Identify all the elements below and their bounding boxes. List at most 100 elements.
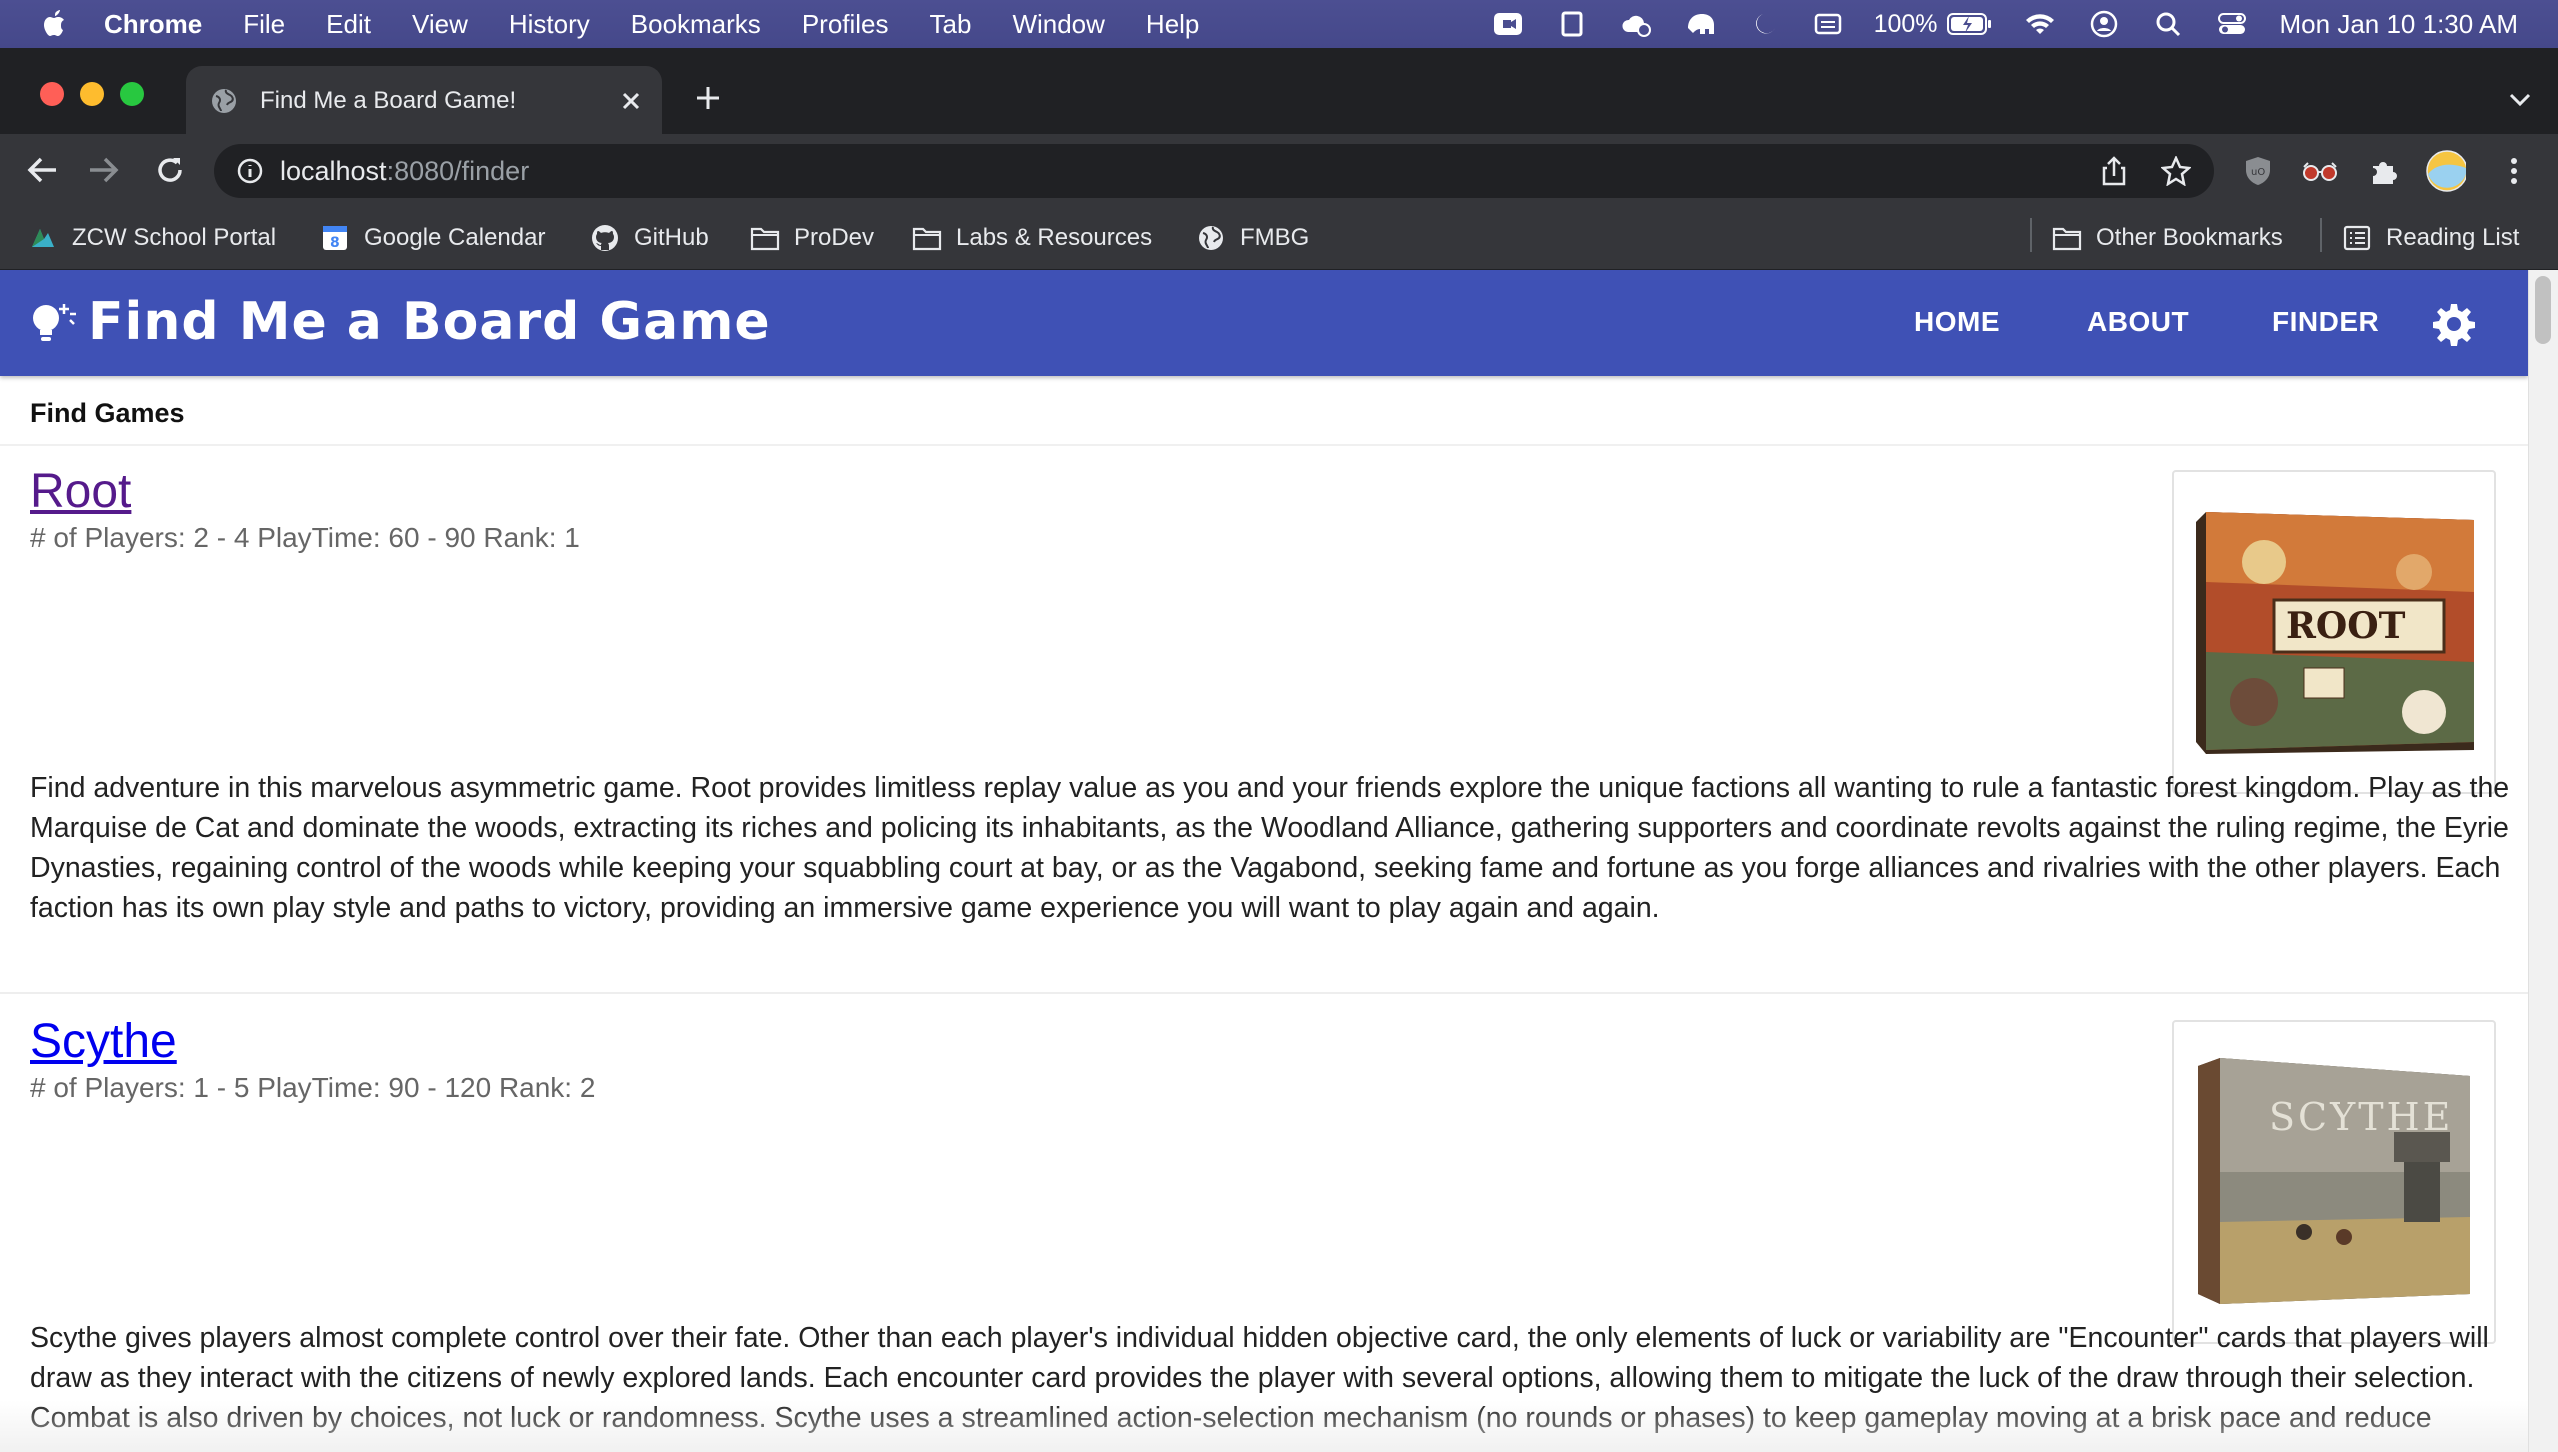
reload-icon[interactable]: [150, 150, 190, 190]
bookmarks-divider: [2030, 218, 2032, 252]
bookmarks-divider: [2320, 218, 2322, 252]
bookmark-label: ZCW School Portal: [72, 224, 277, 251]
menu-profiles[interactable]: Profiles: [802, 9, 889, 40]
other-bookmarks-folder[interactable]: Other Bookmarks: [2052, 206, 2283, 270]
elephant-app-icon[interactable]: [1682, 8, 1718, 40]
battery-icon[interactable]: [1946, 8, 1994, 40]
screen-capture-icon[interactable]: [1554, 8, 1590, 40]
bookmark-zcw-school-portal[interactable]: ZCW School Portal: [28, 206, 276, 270]
svg-text:uO: uO: [2251, 167, 2265, 178]
user-account-icon[interactable]: [2086, 8, 2122, 40]
url-path: :8080/finder: [386, 155, 530, 186]
globe-favicon-icon: [210, 87, 238, 115]
folder-icon: [2052, 223, 2082, 253]
new-tab-plus-icon[interactable]: [690, 80, 726, 116]
nav-home-link[interactable]: HOME: [1914, 306, 2000, 338]
page-scrollbar[interactable]: [2528, 270, 2558, 1452]
glasses-extension-icon[interactable]: [2300, 151, 2340, 191]
back-arrow-icon[interactable]: [22, 150, 62, 190]
forward-arrow-icon[interactable]: [84, 150, 124, 190]
tab-close-icon[interactable]: [616, 86, 646, 116]
nav-finder-link[interactable]: FINDER: [2272, 306, 2379, 338]
section-title: Find Games: [30, 398, 185, 428]
calendar-grid-icon[interactable]: [1810, 8, 1846, 40]
ublock-shield-icon[interactable]: uO: [2238, 151, 2278, 191]
scythe-box-art: SCYTHE: [2198, 1058, 2470, 1304]
game-card-root: Root # of Players: 2 - 4 PlayTime: 60 - …: [0, 446, 2528, 994]
game-title-link[interactable]: Scythe: [30, 1014, 177, 1069]
root-box-art: ROOT: [2196, 512, 2474, 754]
game-image-frame[interactable]: SCYTHE: [2172, 1020, 2496, 1344]
svg-text:8: 8: [330, 235, 340, 251]
folder-icon: [912, 223, 942, 253]
menu-bookmarks[interactable]: Bookmarks: [631, 9, 761, 40]
app-brand-title[interactable]: Find Me a Board Game: [88, 292, 771, 352]
video-camera-icon[interactable]: [1490, 8, 1526, 40]
nav-about-link[interactable]: ABOUT: [2087, 306, 2189, 338]
bookmark-label: ProDev: [794, 224, 875, 251]
window-minimize-button[interactable]: [80, 82, 104, 106]
game-title-link[interactable]: Root: [30, 464, 131, 519]
game-description: Find adventure in this marvelous asymmet…: [30, 772, 2510, 924]
window-close-button[interactable]: [40, 82, 64, 106]
chrome-menu-icon[interactable]: [2494, 151, 2534, 191]
box-art-title: SCYTHE: [2269, 1095, 2453, 1139]
bookmark-fmbg[interactable]: FMBG: [1196, 206, 1309, 270]
game-image-frame[interactable]: ROOT: [2172, 470, 2496, 794]
section-header: Find Games: [0, 376, 2528, 446]
zcw-icon: [28, 223, 58, 253]
bookmark-star-icon[interactable]: [2160, 155, 2192, 187]
control-center-icon[interactable]: [2214, 8, 2250, 40]
moon-icon[interactable]: [1746, 8, 1782, 40]
bookmark-folder-labs-resources[interactable]: Labs & Resources: [912, 206, 1152, 270]
tab-search-chevron-icon[interactable]: [2504, 84, 2536, 116]
menu-help[interactable]: Help: [1146, 9, 1199, 40]
spotlight-search-icon[interactable]: [2150, 8, 2186, 40]
menu-file[interactable]: File: [243, 9, 285, 40]
box-art-title: ROOT: [2286, 605, 2406, 647]
folder-icon: [750, 223, 780, 253]
github-icon: [590, 223, 620, 253]
game-meta: # of Players: 1 - 5 PlayTime: 90 - 120 R…: [30, 1072, 596, 1103]
weather-cloud-icon[interactable]: [1618, 8, 1654, 40]
apple-menu-icon[interactable]: [40, 9, 70, 39]
reading-list-icon: [2342, 223, 2372, 253]
bookmark-label: Google Calendar: [364, 224, 546, 251]
window-zoom-button[interactable]: [120, 82, 144, 106]
calendar-icon: 8: [320, 223, 350, 253]
share-icon[interactable]: [2098, 155, 2130, 187]
url-text[interactable]: localhost:8080/finder: [280, 156, 529, 187]
menu-view[interactable]: View: [412, 9, 468, 40]
reading-list-button[interactable]: Reading List: [2342, 206, 2519, 270]
bookmark-folder-prodev[interactable]: ProDev: [750, 206, 874, 270]
settings-gear-icon[interactable]: [2432, 302, 2476, 346]
menu-edit[interactable]: Edit: [326, 9, 371, 40]
address-bar[interactable]: localhost:8080/finder: [214, 144, 2214, 198]
tab-title: Find Me a Board Game!: [260, 87, 517, 114]
browser-tab-active[interactable]: Find Me a Board Game!: [186, 66, 662, 136]
game-meta: # of Players: 2 - 4 PlayTime: 60 - 90 Ra…: [30, 522, 580, 553]
other-bookmarks-label: Other Bookmarks: [2096, 224, 2283, 251]
menu-window[interactable]: Window: [1012, 9, 1104, 40]
menu-app-name[interactable]: Chrome: [104, 9, 202, 40]
extensions-puzzle-icon[interactable]: [2364, 151, 2404, 191]
page-viewport[interactable]: Find Me a Board Game HOME ABOUT FINDER F…: [0, 270, 2528, 1452]
bookmark-label: GitHub: [634, 224, 709, 251]
globe-icon: [1196, 223, 1226, 253]
menu-bar-clock[interactable]: Mon Jan 10 1:30 AM: [2280, 9, 2518, 40]
menu-tab[interactable]: Tab: [930, 9, 972, 40]
profile-avatar[interactable]: [2426, 150, 2466, 192]
battery-percent: 100%: [1873, 9, 1938, 38]
bookmark-github[interactable]: GitHub: [590, 206, 709, 270]
bookmark-google-calendar[interactable]: 8 Google Calendar: [320, 206, 545, 270]
bookmark-label: FMBG: [1240, 224, 1310, 251]
menu-history[interactable]: History: [509, 9, 590, 40]
bookmarks-bar: ZCW School Portal 8 Google Calendar GitH…: [0, 206, 2558, 270]
reading-list-label: Reading List: [2386, 224, 2520, 251]
wifi-icon[interactable]: [2022, 8, 2058, 40]
site-info-icon[interactable]: [234, 155, 266, 187]
url-host: localhost: [280, 155, 387, 186]
menu-bar-status-area: 100% Mon Jan 10 1:30 AM: [1462, 0, 2558, 48]
page-scrollbar-thumb[interactable]: [2535, 276, 2551, 344]
bottom-fade-overlay: [0, 1400, 2528, 1452]
